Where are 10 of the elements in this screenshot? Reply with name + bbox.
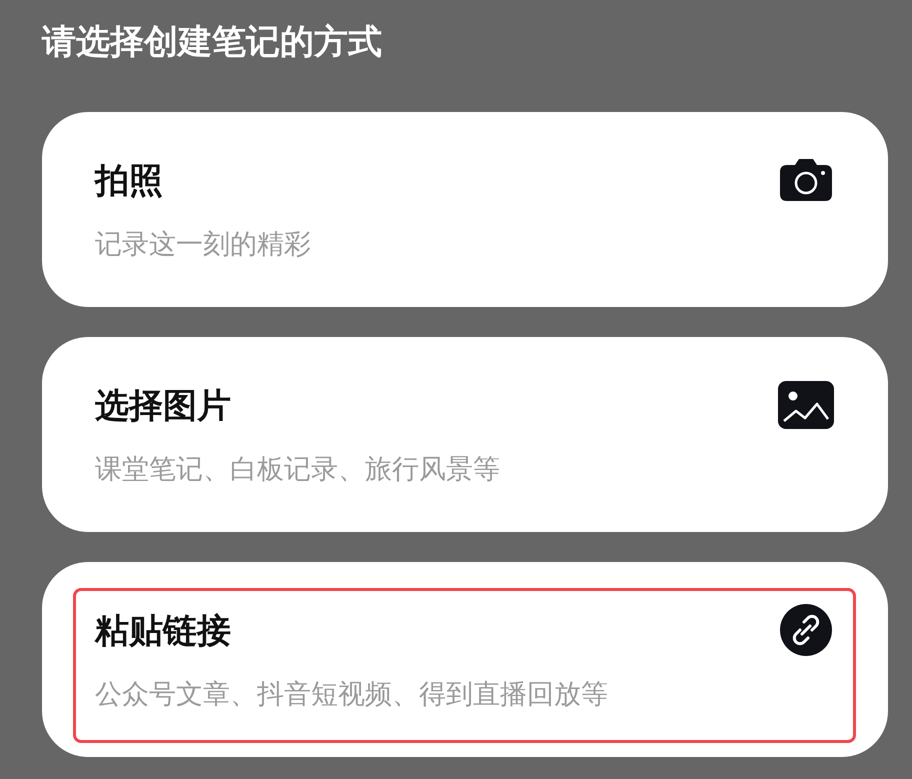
option-title: 选择图片	[95, 384, 232, 428]
page-title: 请选择创建笔记的方式	[42, 21, 383, 64]
option-card[interactable]: 粘贴链接 公众号文章、抖音短视频、得到直播回放等	[42, 562, 888, 757]
option-title: 粘贴链接	[95, 610, 232, 652]
option-description: 课堂笔记、白板记录、旅行风景等	[95, 452, 501, 486]
option-card[interactable]: 拍照 记录这一刻的精彩	[42, 112, 888, 307]
option-description: 公众号文章、抖音短视频、得到直播回放等	[95, 678, 609, 712]
option-title: 拍照	[95, 160, 164, 202]
option-description: 记录这一刻的精彩	[95, 228, 312, 262]
option-card[interactable]: 选择图片 课堂笔记、白板记录、旅行风景等	[42, 337, 888, 532]
